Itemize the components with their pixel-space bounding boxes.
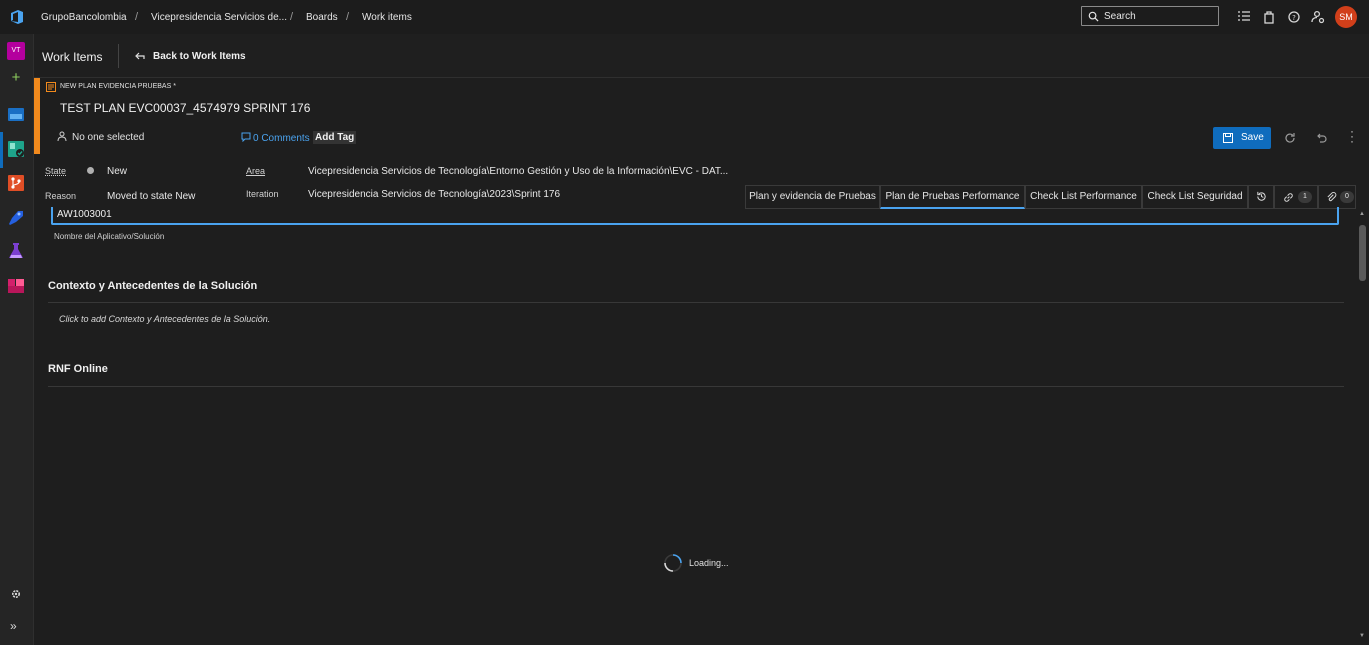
assigned-to-field[interactable]: No one selected: [72, 132, 144, 143]
tab-check-list-seguridad[interactable]: Check List Seguridad: [1142, 185, 1248, 209]
state-value[interactable]: New: [107, 166, 127, 177]
iteration-label: Iteration: [246, 189, 279, 199]
expand-rail-icon[interactable]: »: [10, 619, 17, 633]
artifacts-icon[interactable]: [7, 276, 25, 294]
work-item-type-label: NEW PLAN EVIDENCIA PRUEBAS *: [60, 83, 176, 90]
history-icon: [1256, 191, 1266, 201]
azure-devops-logo-icon[interactable]: [9, 9, 25, 25]
breadcrumb-work-items[interactable]: Work items: [362, 12, 412, 23]
boards-icon[interactable]: [7, 140, 25, 158]
user-settings-icon[interactable]: [1310, 9, 1326, 25]
pipelines-icon[interactable]: [7, 208, 25, 226]
section-divider: [48, 386, 1344, 387]
save-button[interactable]: Save: [1213, 127, 1271, 149]
breadcrumb-separator: /: [346, 11, 350, 23]
link-icon: [1284, 193, 1293, 202]
work-item-type-icon: [46, 82, 56, 92]
page-header: Work Items Back to Work Items: [34, 34, 1369, 78]
test-plans-icon[interactable]: [7, 242, 25, 260]
back-arrow-icon: [135, 52, 145, 60]
links-count: 1: [1298, 191, 1312, 203]
more-actions-icon[interactable]: · · ·: [1348, 125, 1356, 147]
active-indicator: [0, 132, 3, 168]
tab-plan-y-evidencia[interactable]: Plan y evidencia de Pruebas: [745, 185, 880, 209]
tab-history[interactable]: [1248, 185, 1274, 209]
undo-icon[interactable]: [1315, 132, 1327, 144]
vertical-scrollbar[interactable]: ▲ ▼: [1356, 209, 1369, 645]
state-dot-icon: [87, 167, 94, 174]
app-name-value: AW1003001: [57, 209, 112, 220]
search-box[interactable]: Search: [1081, 6, 1219, 26]
left-navigation-rail: VT + »: [0, 34, 34, 645]
tab-attachments[interactable]: 0: [1318, 185, 1356, 209]
add-icon[interactable]: +: [9, 70, 23, 86]
scrollbar-thumb[interactable]: [1359, 225, 1366, 281]
reason-value[interactable]: Moved to state New: [107, 191, 195, 202]
person-icon: [57, 131, 67, 141]
breadcrumb-org[interactable]: GrupoBancolombia: [41, 12, 127, 23]
scroll-up-icon[interactable]: ▲: [1359, 211, 1365, 217]
project-avatar[interactable]: VT: [7, 42, 25, 60]
rnf-online-section-title: RNF Online: [48, 363, 108, 375]
area-value[interactable]: Vicepresidencia Servicios de Tecnología\…: [308, 166, 728, 177]
loading-spinner-icon: [664, 554, 682, 572]
app-name-label: Nombre del Aplicativo/Solución: [54, 232, 165, 241]
marketplace-bag-icon[interactable]: [1261, 9, 1277, 25]
breadcrumb-separator: /: [135, 11, 139, 23]
breadcrumb-boards[interactable]: Boards: [306, 12, 338, 23]
form-content: AW1003001 Nombre del Aplicativo/Solución…: [34, 207, 1356, 645]
area-label: Area: [246, 166, 266, 176]
work-item-type-color-bar: [34, 78, 40, 154]
work-item-header: [34, 78, 1369, 154]
search-icon: [1088, 11, 1099, 22]
help-icon[interactable]: ?: [1286, 9, 1302, 25]
work-item-title[interactable]: TEST PLAN EVC00037_4574979 SPRINT 176: [60, 101, 310, 115]
breadcrumb-separator: /: [290, 11, 294, 23]
attachments-count: 0: [1340, 191, 1354, 203]
svg-text:?: ?: [1292, 14, 1296, 22]
task-list-icon[interactable]: [1236, 9, 1252, 25]
reason-label: Reason: [45, 191, 77, 201]
comment-icon: [241, 132, 251, 142]
back-label: Back to Work Items: [153, 51, 246, 62]
scroll-down-icon[interactable]: ▼: [1359, 633, 1365, 639]
refresh-icon[interactable]: [1284, 132, 1296, 144]
iteration-value[interactable]: Vicepresidencia Servicios de Tecnología\…: [308, 189, 560, 200]
project-settings-gear-icon[interactable]: [10, 588, 22, 600]
tab-plan-pruebas-performance[interactable]: Plan de Pruebas Performance: [880, 185, 1025, 209]
top-bar: GrupoBancolombia / Vicepresidencia Servi…: [0, 0, 1369, 35]
user-avatar[interactable]: SM: [1335, 6, 1357, 28]
repos-icon[interactable]: [7, 174, 25, 192]
context-section-title: Contexto y Antecedentes de la Solución: [48, 280, 258, 292]
tab-check-list-performance[interactable]: Check List Performance: [1025, 185, 1142, 209]
context-editor[interactable]: Click to add Contexto y Antecedentes de …: [59, 314, 270, 324]
save-disk-icon: [1223, 133, 1233, 143]
overview-icon[interactable]: [7, 105, 25, 123]
search-placeholder: Search: [1104, 11, 1136, 22]
tab-links[interactable]: 1: [1274, 185, 1318, 209]
page-title: Work Items: [42, 50, 103, 64]
header-divider: [118, 44, 119, 68]
add-tag-button[interactable]: Add Tag: [313, 131, 357, 144]
loading-text: Loading...: [689, 558, 729, 568]
save-label: Save: [1241, 132, 1264, 143]
app-name-input[interactable]: AW1003001: [51, 207, 1339, 225]
section-divider: [48, 302, 1344, 303]
attachment-icon: [1327, 192, 1337, 202]
breadcrumb-project[interactable]: Vicepresidencia Servicios de...: [151, 12, 287, 23]
comments-link[interactable]: 0 Comments: [253, 133, 310, 144]
state-label: State: [45, 166, 67, 176]
